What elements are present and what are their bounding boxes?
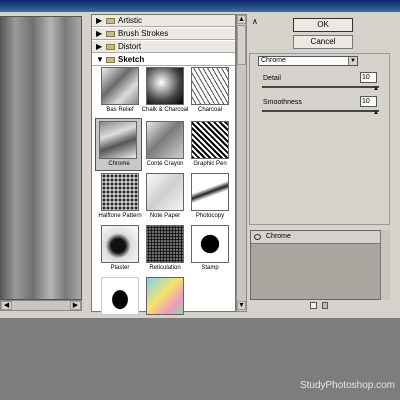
- chevron-down-icon[interactable]: ▼: [348, 57, 357, 65]
- filter-label: Chrome: [108, 161, 130, 167]
- category-label: Brush Strokes: [118, 29, 169, 38]
- layers-scrollbar[interactable]: [380, 230, 390, 300]
- filter-thumb-reticulation[interactable]: [146, 225, 184, 263]
- filter-label: Stamp: [201, 265, 219, 271]
- filter-thumb-conte-crayon[interactable]: [146, 121, 184, 159]
- trash-icon[interactable]: [322, 302, 328, 309]
- folder-icon: [106, 31, 115, 37]
- filter-thumb-photocopy[interactable]: [191, 173, 229, 211]
- scroll-thumb[interactable]: [237, 25, 246, 65]
- filter-label: Graphic Pen: [193, 161, 227, 167]
- watermark: StudyPhotoshop.com: [299, 380, 395, 391]
- smoothness-slider-knob[interactable]: ▲: [373, 110, 379, 116]
- cancel-button[interactable]: Cancel: [293, 35, 353, 49]
- detail-slider[interactable]: [262, 86, 379, 88]
- filter-label: Photocopy: [195, 213, 225, 219]
- filter-thumb-bas-relief[interactable]: [101, 67, 139, 105]
- effect-layers-panel: Chrome: [250, 230, 390, 300]
- category-sketch[interactable]: ▼ Sketch: [92, 54, 235, 66]
- scroll-down-icon[interactable]: ▼: [237, 301, 246, 310]
- preview-scrollbar[interactable]: ◀ ▶: [0, 300, 82, 311]
- filter-gallery: ▶ Artistic ▶ Brush Strokes ▶ Distort ▼ S…: [91, 14, 236, 315]
- category-distort[interactable]: ▶ Distort: [92, 41, 235, 53]
- category-artistic[interactable]: ▶ Artistic: [92, 15, 235, 27]
- category-label: Sketch: [118, 55, 145, 64]
- filter-thumb-note-paper[interactable]: [146, 173, 184, 211]
- new-effect-layer-icon[interactable]: [310, 302, 317, 309]
- smoothness-slider[interactable]: [262, 110, 379, 112]
- eye-icon[interactable]: [254, 234, 261, 240]
- title-bar: [0, 0, 400, 12]
- scroll-left-icon[interactable]: ◀: [1, 301, 12, 310]
- scroll-right-icon[interactable]: ▶: [70, 301, 81, 310]
- ok-button[interactable]: OK: [293, 18, 353, 32]
- category-label: Distort: [118, 42, 142, 51]
- filter-thumb-graphic-pen[interactable]: [191, 121, 229, 159]
- smoothness-value[interactable]: 10: [360, 96, 377, 107]
- effect-layer-label: Chrome: [266, 233, 291, 240]
- category-brush-strokes[interactable]: ▶ Brush Strokes: [92, 28, 235, 40]
- filter-thumb-plaster[interactable]: [101, 225, 139, 263]
- expand-icon: ▶: [96, 29, 103, 38]
- filter-label: Charcoal: [197, 107, 222, 113]
- detail-value[interactable]: 10: [360, 72, 377, 83]
- filter-thumb-halftone-pattern[interactable]: [101, 173, 139, 211]
- collapse-icon: ▼: [96, 55, 104, 64]
- expand-icon: ▶: [96, 42, 103, 51]
- filter-thumb-chalk-charcoal[interactable]: [146, 67, 184, 105]
- scroll-up-icon[interactable]: ▲: [237, 15, 246, 24]
- filter-thumb-charcoal[interactable]: [191, 67, 229, 105]
- filter-thumb-torn-edges[interactable]: [101, 277, 139, 315]
- collapse-gallery-icon[interactable]: ∧: [252, 17, 258, 26]
- filter-thumb-chrome[interactable]: [99, 121, 137, 159]
- detail-label: Detail: [263, 75, 281, 82]
- effect-layer-row[interactable]: Chrome: [251, 231, 389, 244]
- expand-icon: ▶: [96, 16, 103, 25]
- gallery-scrollbar[interactable]: ▲ ▼: [236, 14, 247, 312]
- folder-icon: [106, 57, 115, 63]
- detail-slider-knob[interactable]: ▲: [373, 86, 379, 92]
- filter-thumb-stamp[interactable]: [191, 225, 229, 263]
- category-label: Artistic: [118, 16, 142, 25]
- filter-thumb-water-paper[interactable]: [146, 277, 184, 315]
- folder-icon: [106, 18, 115, 24]
- folder-icon: [106, 44, 115, 50]
- smoothness-label: Smoothness: [263, 99, 302, 106]
- filter-select[interactable]: Chrome: [258, 56, 358, 66]
- preview-image: [0, 16, 82, 300]
